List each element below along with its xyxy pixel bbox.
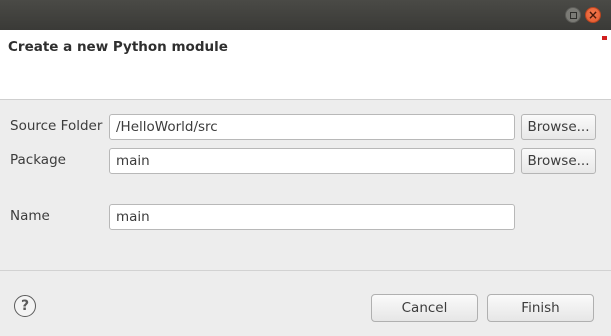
footer-separator: [0, 270, 611, 271]
maximize-icon: [569, 11, 577, 19]
finish-button[interactable]: Finish: [487, 294, 594, 322]
source-folder-browse-button[interactable]: Browse...: [521, 114, 596, 140]
cancel-button[interactable]: Cancel: [371, 294, 478, 322]
package-browse-button[interactable]: Browse...: [521, 148, 596, 174]
source-folder-input[interactable]: [109, 114, 515, 140]
package-input[interactable]: [109, 148, 515, 174]
close-button[interactable]: ×: [585, 7, 601, 23]
package-label: Package: [10, 152, 66, 168]
help-button[interactable]: ?: [14, 295, 36, 317]
dialog-title: Create a new Python module: [8, 39, 228, 55]
source-folder-label: Source Folder: [10, 118, 103, 134]
banner-marker: [602, 36, 607, 40]
maximize-button[interactable]: [565, 7, 581, 23]
title-bar[interactable]: ×: [0, 0, 611, 30]
close-icon: ×: [587, 8, 599, 22]
name-label: Name: [10, 208, 50, 224]
help-icon: ?: [20, 298, 30, 314]
header-banner: Create a new Python module: [0, 30, 611, 100]
new-python-module-dialog: × Create a new Python module Source Fold…: [0, 0, 611, 336]
name-input[interactable]: [109, 204, 515, 230]
